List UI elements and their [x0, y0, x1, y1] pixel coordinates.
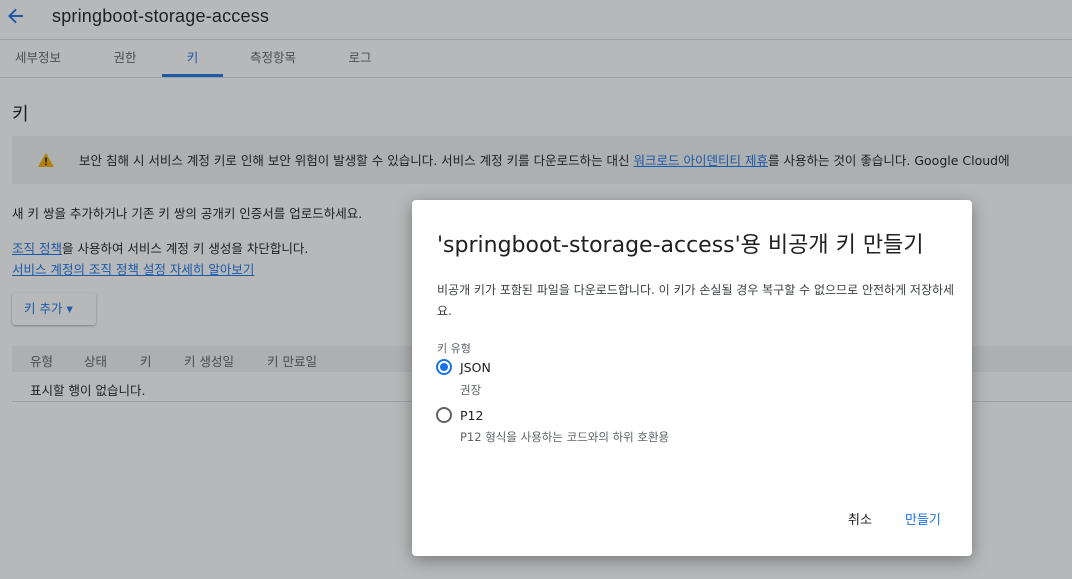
json-option-sublabel: 권장: [460, 383, 482, 397]
p12-option-label[interactable]: P12: [460, 408, 483, 423]
cancel-button[interactable]: 취소: [848, 506, 872, 536]
json-option-label[interactable]: JSON: [460, 360, 491, 375]
p12-option-sublabel: P12 형식을 사용하는 코드와의 하위 호환용: [460, 430, 670, 444]
create-key-dialog: 'springboot-storage-access'용 비공개 키 만들기 비…: [412, 200, 972, 556]
p12-radio[interactable]: [436, 407, 452, 423]
dialog-title: 'springboot-storage-access'용 비공개 키 만들기: [437, 233, 924, 258]
page: springboot-storage-access 세부정보 권한 키 측정항목…: [0, 0, 1072, 579]
json-radio[interactable]: [436, 359, 452, 375]
create-button[interactable]: 만들기: [905, 506, 941, 536]
key-type-label: 키 유형: [437, 342, 471, 355]
dialog-description: 비공개 키가 포함된 파일을 다운로드합니다. 이 키가 손실될 경우 복구할 …: [437, 283, 955, 318]
